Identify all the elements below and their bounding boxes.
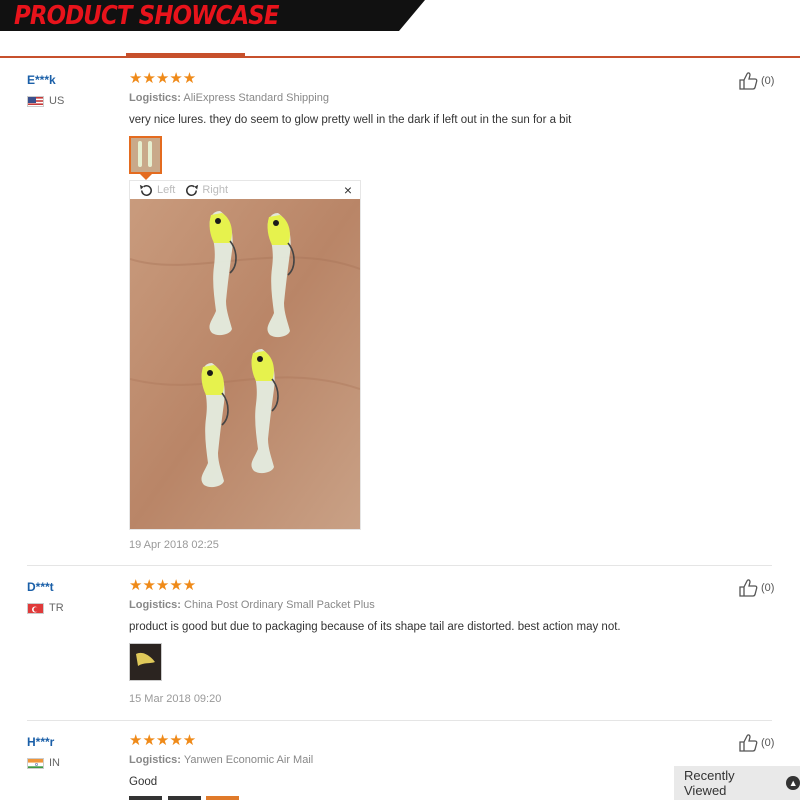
logistics-info: Logistics: Yanwen Economic Air Mail <box>129 754 313 766</box>
reviewer-country: IN <box>27 757 60 769</box>
logistics-info: Logistics: AliExpress Standard Shipping <box>129 92 329 104</box>
star-rating: ★★★★★ <box>129 70 197 87</box>
review-text: very nice lures. they do seem to glow pr… <box>129 114 572 126</box>
viewer-toolbar: Left Right × <box>130 181 360 199</box>
logistics-value: Yanwen Economic Air Mail <box>183 754 314 766</box>
logistics-value: AliExpress Standard Shipping <box>183 92 329 104</box>
country-code: TR <box>49 602 64 614</box>
review-photo <box>130 199 360 529</box>
logistics-value: China Post Ordinary Small Packet Plus <box>184 599 375 611</box>
reviewer-country: US <box>27 95 64 107</box>
logistics-info: Logistics: China Post Ordinary Small Pac… <box>129 599 375 611</box>
logistics-label: Logistics: <box>129 754 181 766</box>
logistics-label: Logistics: <box>129 92 181 104</box>
rotate-right-button[interactable]: Right <box>183 182 228 199</box>
close-icon[interactable]: × <box>344 182 352 198</box>
review-photo-thumbnail[interactable] <box>168 796 201 800</box>
chevron-up-icon: ▲ <box>786 776 800 790</box>
rotate-left-icon <box>139 184 152 196</box>
helpful-button[interactable]: (0) <box>738 72 774 90</box>
flag-us-icon <box>27 95 44 107</box>
rotate-right-icon <box>186 184 199 196</box>
rotate-left-button[interactable]: Left <box>138 182 175 199</box>
country-code: IN <box>49 757 60 769</box>
flag-in-icon <box>27 757 44 769</box>
review-photo-thumbnail[interactable] <box>129 643 162 681</box>
showcase-banner: PRODUCT SHOWCASE <box>0 0 800 58</box>
review-divider <box>27 720 772 721</box>
thumbs-up-icon <box>739 72 758 90</box>
helpful-count: (0) <box>761 75 775 87</box>
helpful-count: (0) <box>761 582 775 594</box>
review-text: product is good but due to packaging bec… <box>129 621 621 633</box>
photo-viewer: Left Right × <box>129 180 361 530</box>
review-photo-thumbnail[interactable] <box>129 136 162 174</box>
review-divider <box>27 565 772 566</box>
reviewer-name: E***k <box>27 73 56 87</box>
helpful-count: (0) <box>761 737 775 749</box>
country-code: US <box>49 95 65 107</box>
review-date: 15 Mar 2018 09:20 <box>129 693 222 705</box>
review-text: Good <box>129 776 158 788</box>
review-photo-thumbnail[interactable] <box>206 796 239 800</box>
review-photo-thumbnail[interactable] <box>129 796 162 800</box>
helpful-button[interactable]: (0) <box>738 579 774 597</box>
reviewer-name: D***t <box>27 580 54 594</box>
flag-tr-icon <box>27 602 44 614</box>
recently-viewed-button[interactable]: Recently Viewed ▲ <box>674 766 800 800</box>
rotate-left-label: Left <box>157 184 176 196</box>
banner-divider <box>0 56 800 58</box>
review-date: 19 Apr 2018 02:25 <box>129 539 219 551</box>
recently-viewed-label: Recently Viewed <box>684 768 735 798</box>
helpful-button[interactable]: (0) <box>738 734 774 752</box>
star-rating: ★★★★★ <box>129 577 197 594</box>
active-tab-indicator <box>126 53 245 56</box>
star-rating: ★★★★★ <box>129 732 197 749</box>
rotate-right-label: Right <box>202 184 229 196</box>
banner-title: PRODUCT SHOWCASE <box>14 1 279 31</box>
reviewer-name: H***r <box>27 735 55 749</box>
reviewer-country: TR <box>27 602 64 614</box>
logistics-label: Logistics: <box>129 599 181 611</box>
thumbs-up-icon <box>739 579 758 597</box>
thumbs-up-icon <box>739 734 758 752</box>
